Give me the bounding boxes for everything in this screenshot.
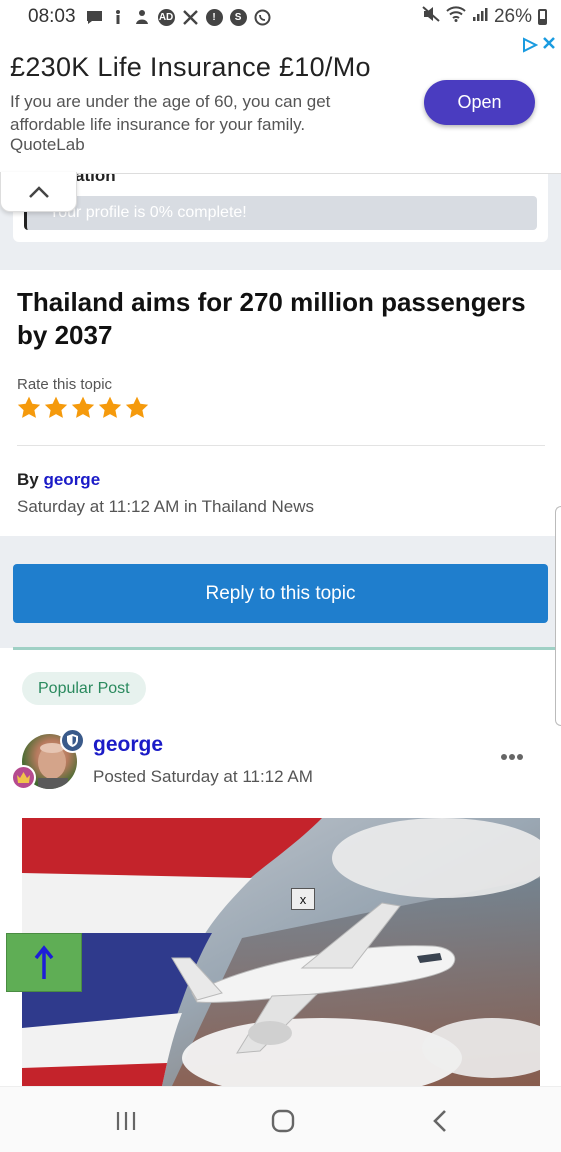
- figure-icon: [134, 9, 151, 26]
- topic-title: Thailand aims for 270 million passengers…: [17, 287, 526, 350]
- system-nav-bar: [0, 1086, 561, 1152]
- topic-byline: By george: [17, 470, 100, 490]
- topic-header: Thailand aims for 270 million passengers…: [0, 270, 561, 536]
- recent-apps-icon: [116, 1112, 136, 1130]
- rating-stars[interactable]: [16, 395, 150, 421]
- topic-author-link[interactable]: george: [43, 470, 100, 489]
- popular-post-badge: Popular Post: [22, 672, 146, 705]
- more-dot: [509, 754, 515, 760]
- shield-icon: [60, 728, 85, 753]
- clock: 08:03: [28, 6, 76, 27]
- home-icon: [271, 1109, 295, 1133]
- post-author-link[interactable]: george: [93, 733, 163, 757]
- star-icon[interactable]: [16, 395, 42, 421]
- ad-close-icon[interactable]: [541, 35, 557, 56]
- profile-heading: ation: [75, 174, 116, 185]
- crown-icon: [11, 765, 36, 790]
- reply-button[interactable]: Reply to this topic: [13, 564, 548, 623]
- divider: [17, 445, 545, 446]
- ad-banner[interactable]: £230K Life Insurance £10/Mo If you are u…: [0, 34, 561, 174]
- image-close-button[interactable]: x: [291, 888, 315, 910]
- x-icon: [182, 9, 199, 26]
- post: Popular Post george Posted Saturday at 1…: [0, 650, 561, 1086]
- rate-label: Rate this topic: [17, 376, 113, 393]
- info-icon: [110, 9, 127, 26]
- notification-icons: AD ! S: [86, 8, 271, 26]
- collapse-toggle[interactable]: [0, 172, 77, 212]
- ad-source: QuoteLab: [10, 135, 85, 154]
- profile-progress-bar: Your profile is 0% complete!: [24, 196, 537, 230]
- star-icon[interactable]: [124, 395, 150, 421]
- ad-choices-icon[interactable]: [522, 37, 539, 57]
- message-icon: [86, 9, 103, 26]
- scroll-to-top-button[interactable]: [6, 933, 82, 992]
- post-date: Posted Saturday at 11:12 AM: [93, 767, 313, 786]
- profile-progress-label: Your profile is 0% complete!: [49, 204, 247, 221]
- back-button[interactable]: [420, 1105, 460, 1137]
- profile-completion-card: ation Your profile is 0% complete!: [13, 174, 548, 242]
- more-options-button[interactable]: [501, 754, 523, 760]
- edge-panel-handle[interactable]: [555, 506, 561, 726]
- post-image[interactable]: [22, 818, 540, 1086]
- system-icons: 26%: [422, 6, 547, 28]
- back-icon: [433, 1110, 446, 1132]
- whatsapp-icon: [254, 9, 271, 26]
- battery-level: 26%: [493, 6, 532, 27]
- shazam-icon: S: [229, 8, 247, 26]
- topic-meta: Saturday at 11:12 AM in Thailand News: [17, 497, 315, 516]
- ad-description[interactable]: If you are under the age of 60, you can …: [10, 90, 390, 136]
- home-button[interactable]: [263, 1105, 303, 1137]
- ad-icon: AD: [157, 8, 175, 26]
- signal-icon: [472, 6, 488, 28]
- more-dot: [517, 754, 523, 760]
- ad-title[interactable]: £230K Life Insurance £10/Mo: [10, 52, 371, 83]
- by-prefix: By: [17, 470, 39, 489]
- chevron-up-icon: [28, 185, 49, 198]
- star-icon[interactable]: [70, 395, 96, 421]
- mute-icon: [422, 6, 440, 28]
- alert-icon: !: [205, 8, 223, 26]
- arrow-up-icon: [34, 944, 54, 979]
- more-dot: [501, 754, 507, 760]
- status-bar: 08:03 AD ! S 26%: [0, 0, 561, 34]
- battery-icon: [538, 9, 547, 25]
- wifi-icon: [446, 6, 466, 28]
- ad-open-button[interactable]: Open: [424, 80, 535, 125]
- star-icon[interactable]: [97, 395, 123, 421]
- star-icon[interactable]: [43, 395, 69, 421]
- recent-apps-button[interactable]: [106, 1105, 146, 1137]
